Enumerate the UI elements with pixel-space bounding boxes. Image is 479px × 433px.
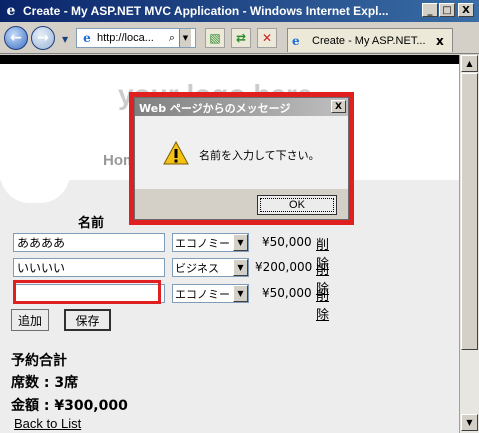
class-select-value: ビジネス <box>175 261 219 275</box>
warning-icon <box>163 140 189 165</box>
tab-page-icon: e <box>292 33 300 48</box>
add-button[interactable]: 追加 <box>11 309 49 331</box>
summary-title: 予約合計 <box>11 353 67 369</box>
delete-link[interactable]: 削除 <box>316 285 329 323</box>
window-titlebar: e Create - My ASP.NET MVC Application - … <box>0 0 479 22</box>
name-input[interactable] <box>13 233 165 252</box>
dialog-titlebar: Web ページからのメッセージ X <box>135 98 348 116</box>
dialog-title: Web ページからのメッセージ <box>139 102 291 115</box>
summary-seats: 席数 : 3席 <box>11 375 79 391</box>
stop-icon[interactable]: ✕ <box>257 28 277 48</box>
class-select[interactable]: エコノミー ▼ <box>172 284 249 303</box>
history-dropdown-icon[interactable]: ▼ <box>62 35 68 44</box>
class-select[interactable]: ビジネス ▼ <box>172 258 249 277</box>
forward-button[interactable]: → <box>31 26 55 50</box>
tab-title: Create - My ASP.NET... <box>312 34 426 47</box>
maximize-button[interactable]: □ <box>439 3 455 17</box>
tab-close-icon[interactable]: x <box>436 34 444 48</box>
scroll-thumb[interactable] <box>461 73 478 350</box>
chevron-down-icon[interactable]: ▼ <box>233 234 248 251</box>
vertical-scrollbar[interactable]: ▲ ▼ <box>459 55 479 433</box>
tab-create[interactable]: e Create - My ASP.NET... x <box>287 28 453 52</box>
arrow-left-icon: ← <box>10 30 22 46</box>
window-title: Create - My ASP.NET MVC Application - Wi… <box>23 4 389 18</box>
empty-name-highlight <box>13 280 161 304</box>
dialog-message: 名前を入力して下さい。 <box>199 149 320 162</box>
address-dropdown-icon[interactable]: ▼ <box>179 29 191 47</box>
dialog-footer: OK <box>135 189 348 219</box>
price-text: ¥50,000 <box>262 286 312 300</box>
class-select-value: エコノミー <box>175 236 230 250</box>
page-top-bar <box>0 55 459 64</box>
search-icon[interactable]: ⌕ <box>165 30 179 46</box>
scroll-up-icon[interactable]: ▲ <box>461 55 478 72</box>
summary-amount: 金額 : ¥300,000 <box>11 398 128 414</box>
column-header-name: 名前 <box>78 216 105 231</box>
browser-toolbar: ← → ▼ e http://loca... ⌕ ▼ ▧ ⇄ ✕ e Creat… <box>0 22 479 54</box>
class-select[interactable]: エコノミー ▼ <box>172 233 249 252</box>
refresh-icon[interactable]: ⇄ <box>231 28 251 48</box>
arrow-right-icon: → <box>37 30 49 46</box>
back-button[interactable]: ← <box>4 26 28 50</box>
save-button[interactable]: 保存 <box>64 309 111 331</box>
price-text: ¥50,000 <box>262 235 312 249</box>
address-url[interactable]: http://loca... <box>97 32 165 44</box>
window-close-button[interactable]: X <box>458 3 474 17</box>
ok-button[interactable]: OK <box>257 195 337 215</box>
chevron-down-icon[interactable]: ▼ <box>233 259 248 276</box>
dialog-close-button[interactable]: X <box>331 100 346 113</box>
price-text: ¥200,000 <box>255 260 313 274</box>
ie-logo-icon: e <box>6 3 16 19</box>
compatibility-view-icon[interactable]: ▧ <box>205 28 225 48</box>
name-input[interactable] <box>13 258 165 277</box>
header-curve <box>0 173 70 203</box>
chevron-down-icon[interactable]: ▼ <box>233 285 248 302</box>
class-select-value: エコノミー <box>175 287 230 301</box>
address-bar[interactable]: e http://loca... ⌕ ▼ <box>76 28 196 48</box>
page-icon: e <box>83 31 91 45</box>
minimize-button[interactable]: _ <box>422 3 438 17</box>
scroll-down-icon[interactable]: ▼ <box>461 414 478 431</box>
alert-dialog: Web ページからのメッセージ X 名前を入力して下さい。 OK <box>134 97 349 220</box>
back-to-list-link[interactable]: Back to List <box>14 416 81 431</box>
